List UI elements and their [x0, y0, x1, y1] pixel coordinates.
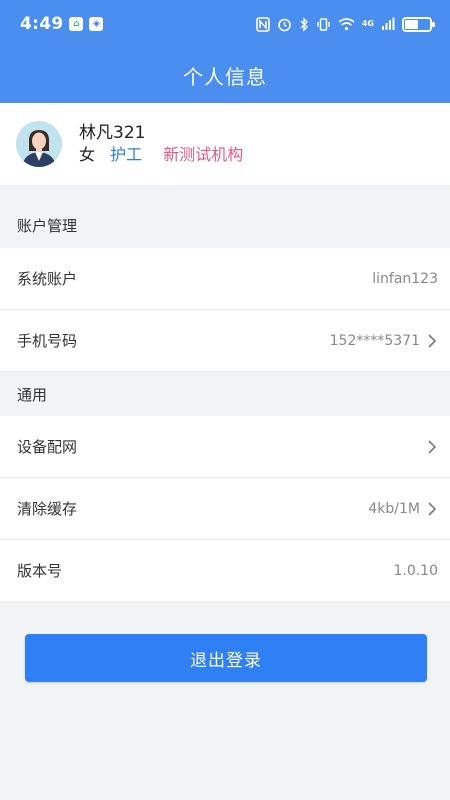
row-value: 152****5371: [329, 332, 420, 349]
vibrate-icon: [317, 17, 330, 31]
wifi-icon: [338, 18, 355, 31]
bluetooth-icon: [300, 16, 308, 32]
section-title-account: 账户管理: [0, 203, 450, 248]
title-bar: 个人信息: [0, 48, 450, 103]
logout-wrap: 退出登录: [0, 602, 450, 682]
avatar[interactable]: [16, 121, 62, 167]
alarm-icon: [278, 18, 291, 31]
row-device-network[interactable]: 设备配网: [0, 416, 450, 478]
status-icons: 4G: [256, 16, 435, 32]
profile-org: 新测试机构: [163, 145, 244, 164]
logout-button[interactable]: 退出登录: [25, 634, 427, 682]
network-type-label: 4G: [361, 19, 374, 28]
battery-icon: [402, 16, 435, 32]
chevron-right-icon: [428, 501, 438, 516]
home-app-icon: ⌂: [69, 17, 84, 31]
row-system-account: 系统账户 linfan123: [0, 248, 450, 310]
row-value: 1.0.10: [393, 562, 438, 579]
row-value: linfan123: [372, 270, 438, 287]
row-label: 设备配网: [17, 438, 78, 456]
chevron-right-icon: [428, 439, 438, 454]
app-root: 4:49 ⌂ ◈ 4G 个人信息 林凡321 女 护工 新测试机构 账户管理 系…: [0, 0, 450, 800]
row-value: 4kb/1M: [368, 500, 420, 517]
row-clear-cache[interactable]: 清除缓存 4kb/1M: [0, 478, 450, 540]
nfc-icon: [256, 16, 270, 32]
chevron-right-icon: [428, 333, 438, 348]
avatar-person-icon: [16, 121, 62, 167]
profile-name: 林凡321: [79, 123, 146, 143]
row-label: 清除缓存: [17, 500, 78, 518]
profile-card[interactable]: 林凡321 女 护工 新测试机构: [0, 103, 450, 185]
profile-meta: 女 护工 新测试机构: [79, 144, 243, 166]
section-title-general: 通用: [0, 372, 450, 416]
signal-icon: [382, 17, 395, 30]
status-bar: 4:49 ⌂ ◈ 4G: [0, 0, 450, 48]
row-label: 手机号码: [17, 332, 78, 350]
profile-gender: 女: [79, 145, 96, 164]
page-title: 个人信息: [183, 65, 267, 89]
app-notification-icon: ◈: [89, 17, 104, 31]
status-time: 4:49: [20, 14, 64, 34]
profile-info: 林凡321 女 护工 新测试机构: [79, 122, 243, 166]
row-label: 版本号: [17, 562, 63, 580]
row-label: 系统账户: [17, 270, 78, 288]
header: 4:49 ⌂ ◈ 4G 个人信息: [0, 0, 450, 103]
row-version: 版本号 1.0.10: [0, 540, 450, 602]
row-phone-number[interactable]: 手机号码 152****5371: [0, 310, 450, 372]
profile-role: 护工: [110, 145, 143, 164]
